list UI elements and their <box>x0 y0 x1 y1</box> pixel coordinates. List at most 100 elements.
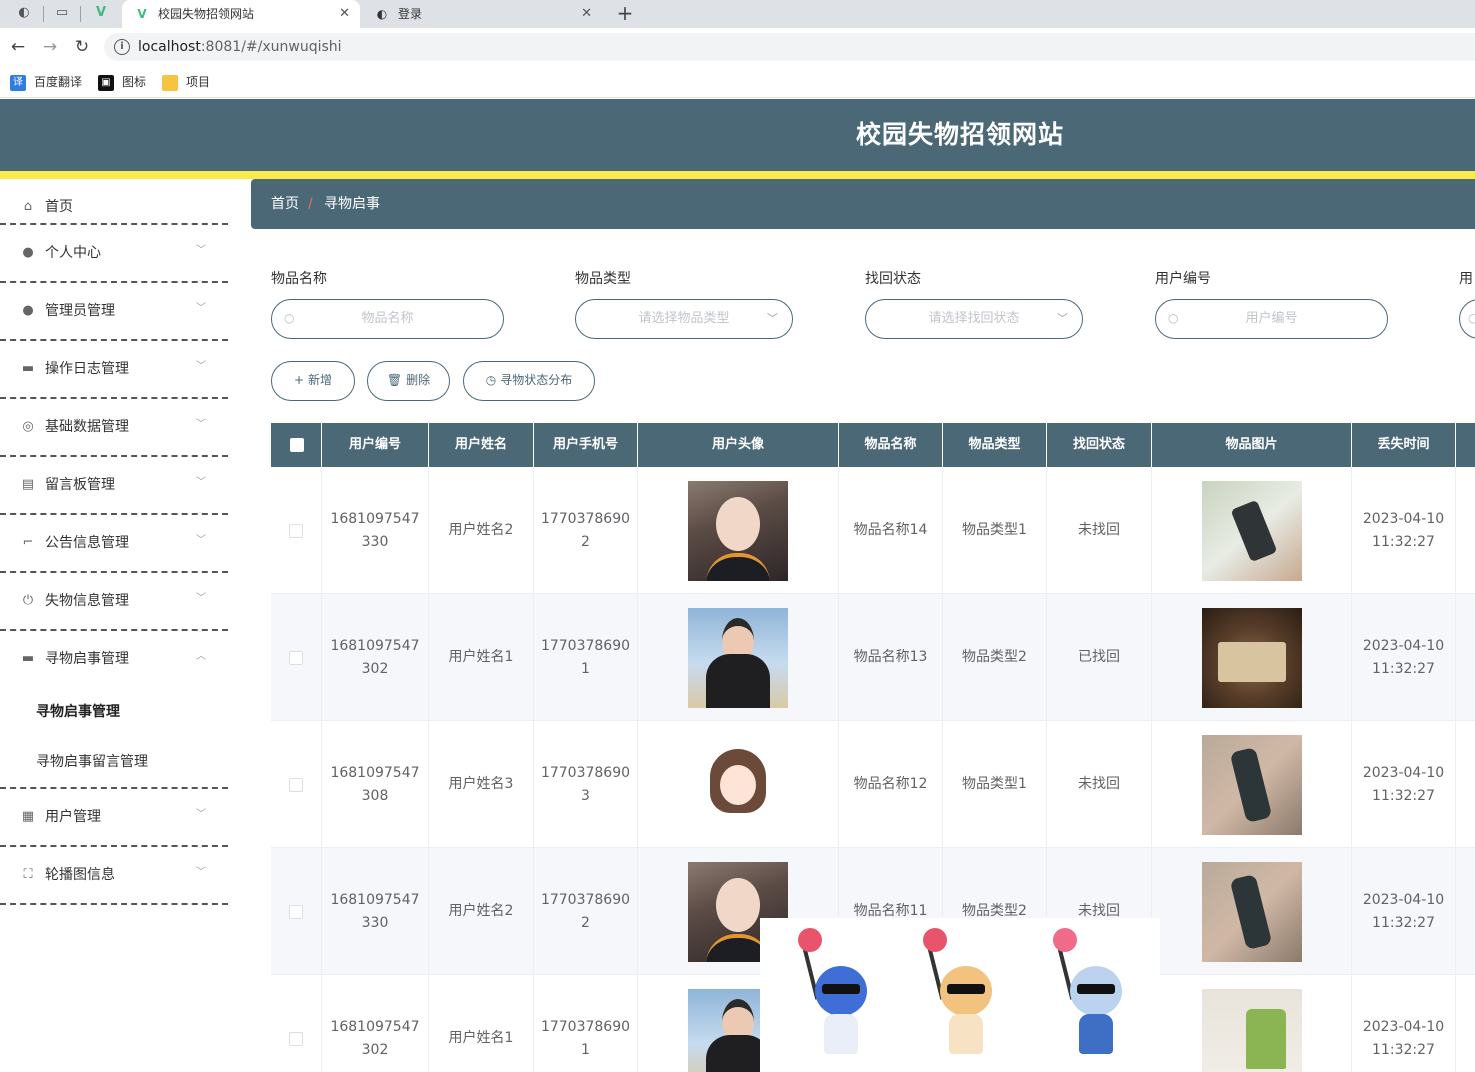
table-cell: 用户姓名3 <box>429 721 534 848</box>
row-checkbox[interactable] <box>289 1031 303 1046</box>
item-type-select[interactable]: 请选择物品类型 ﹀ <box>575 299 793 339</box>
back-icon[interactable]: ← <box>8 37 28 57</box>
close-tab-icon[interactable]: ✕ <box>581 0 592 28</box>
breadcrumb-home[interactable]: 首页 <box>271 179 299 229</box>
trash-icon: 🗑 <box>386 373 403 387</box>
sidebar-item-personal-center[interactable]: ● 个人中心 ﹀ <box>0 225 228 281</box>
select-all-checkbox[interactable] <box>290 438 304 452</box>
user-no-input[interactable]: ○ 用户编号 <box>1155 299 1388 339</box>
submenu-item-lost-notice-comments[interactable]: 寻物启事留言管理 <box>0 737 228 787</box>
table-cell <box>1456 721 1475 848</box>
tab-active[interactable]: V 校园失物招领网站 ✕ <box>122 0 360 28</box>
user-no-label: 用户编号 <box>1155 271 1211 287</box>
item-type-label: 物品类型 <box>575 271 631 287</box>
sticker-overlay <box>760 918 1160 1072</box>
row-checkbox[interactable] <box>289 523 303 538</box>
lost-time: 11:32:27 <box>1372 660 1435 677</box>
input-placeholder: 物品名称 <box>361 311 414 326</box>
sidebar-item-admin[interactable]: ● 管理员管理 ﹀ <box>0 283 228 339</box>
sidebar-item-label: 公告信息管理 <box>45 535 129 551</box>
table-cell: 未找回 <box>1047 721 1152 848</box>
sidebar-menu: ⌂ 首页 ● 个人中心 ﹀ ● 管理员管理 ﹀ ▬ 操作日志管理 ﹀ ◎ 基础数… <box>0 179 228 1072</box>
table-row[interactable]: 1681097547 308 用户姓名3 1770378690 3 物品名称12 物品类型1… <box>271 721 1475 848</box>
user-avatar-image[interactable] <box>688 607 788 708</box>
status-chart-button[interactable]: ◷ 寻物状态分布 <box>463 361 595 401</box>
item-type: 物品类型2 <box>962 649 1027 665</box>
sidebar-item-label: 个人中心 <box>45 245 101 261</box>
item-picture-image[interactable] <box>1201 734 1302 835</box>
recovery-status-select[interactable]: 请选择找回状态 ﹀ <box>865 299 1083 339</box>
row-checkbox[interactable] <box>289 650 303 665</box>
user-no: 1681097547 <box>330 637 420 654</box>
item-picture-image[interactable] <box>1201 480 1302 581</box>
blank-tab-icon[interactable]: ▭ <box>54 5 70 21</box>
globe-icon[interactable]: ◐ <box>16 5 32 21</box>
bookmark-project[interactable]: 项目 <box>162 72 210 92</box>
sidebar-item-lost-items[interactable]: ⏻ 失物信息管理 ﹀ <box>0 573 228 629</box>
user-name-input[interactable]: ○ <box>1459 299 1475 339</box>
col-item-type: 物品类型 <box>943 423 1047 467</box>
bookmark-icons[interactable]: ▣ 图标 <box>98 72 146 92</box>
sidebar-item-carousel[interactable]: ⛶ 轮播图信息 ﹀ <box>0 847 228 903</box>
table-cell: 1770378690 1 <box>534 594 638 721</box>
table-cell: 1681097547 302 <box>322 975 429 1072</box>
table-cell: 物品名称13 <box>839 594 943 721</box>
lost-date: 2023-04-10 <box>1362 510 1445 527</box>
new-tab-button[interactable]: + <box>614 0 636 28</box>
user-no: 1681097547 <box>330 891 420 908</box>
forward-icon[interactable]: → <box>40 37 60 57</box>
col-user-avatar: 用户头像 <box>638 423 839 467</box>
item-picture-image[interactable] <box>1201 988 1302 1072</box>
item-picture-image[interactable] <box>1201 861 1302 962</box>
user-name: 用户姓名1 <box>448 649 514 665</box>
submenu-item-label: 寻物启事留言管理 <box>36 754 148 770</box>
sidebar-item-message-board[interactable]: ▤ 留言板管理 ﹀ <box>0 457 228 513</box>
item-name-input[interactable]: ○ 物品名称 <box>271 299 504 339</box>
sidebar-item-basic-data[interactable]: ◎ 基础数据管理 ﹀ <box>0 399 228 455</box>
recovery-status: 未找回 <box>1078 522 1120 538</box>
table-cell: 2023-04-10 11:32:27 <box>1352 848 1456 975</box>
sidebar-item-announcement[interactable]: ⌐ 公告信息管理 ﹀ <box>0 515 228 571</box>
plus-icon: + <box>293 373 305 387</box>
vue-logo-icon[interactable]: V <box>93 5 109 21</box>
table-cell: 物品类型1 <box>943 467 1047 594</box>
recovery-status: 未找回 <box>1078 776 1120 792</box>
table-row[interactable]: 1681097547 302 用户姓名1 1770378690 1 物品名称13 物品类型2… <box>271 594 1475 721</box>
add-button[interactable]: + 新增 <box>271 361 355 401</box>
user-avatar-image[interactable] <box>688 480 788 581</box>
sidebar-item-lost-notice[interactable]: ▬ 寻物启事管理 ︿ <box>0 631 228 687</box>
table-cell: 物品名称12 <box>839 721 943 848</box>
sidebar-item-users[interactable]: ▦ 用户管理 ﹀ <box>0 789 228 845</box>
row-checkbox[interactable] <box>289 777 303 792</box>
table-cell <box>1456 848 1475 975</box>
site-info-icon[interactable]: i <box>114 39 130 55</box>
table-cell <box>271 848 322 975</box>
tab-login[interactable]: ◐ 登录 ✕ <box>362 0 602 28</box>
item-name: 物品名称14 <box>853 522 928 538</box>
chevron-down-icon: ﹀ <box>196 245 206 256</box>
tab-separator <box>80 6 81 22</box>
url-input[interactable]: i localhost:8081/#/xunwuqishi <box>104 33 1475 61</box>
sidebar-item-label: 轮播图信息 <box>45 867 115 883</box>
delete-button[interactable]: 🗑 删除 <box>367 361 450 401</box>
table-cell <box>271 975 322 1072</box>
user-icon: ● <box>22 245 34 260</box>
item-picture-image[interactable] <box>1201 607 1302 708</box>
submenu-item-lost-notice-manage[interactable]: 寻物启事管理 <box>0 687 228 737</box>
sidebar-item-operation-log[interactable]: ▬ 操作日志管理 ﹀ <box>0 341 228 397</box>
item-type: 物品类型1 <box>962 776 1027 792</box>
submenu-item-label: 寻物启事管理 <box>36 704 120 720</box>
col-user-name: 用户姓名 <box>429 423 534 467</box>
lost-date: 2023-04-10 <box>1362 637 1445 654</box>
select-placeholder: 请选择找回状态 <box>928 311 1020 326</box>
row-checkbox[interactable] <box>289 904 303 919</box>
bookmark-baidu-translate[interactable]: 译百度翻译 <box>10 72 82 92</box>
globe-icon: ◐ <box>376 7 388 21</box>
lost-date: 2023-04-10 <box>1362 1018 1445 1035</box>
close-tab-icon[interactable]: ✕ <box>339 0 350 28</box>
lost-time: 11:32:27 <box>1372 787 1435 804</box>
reload-icon[interactable]: ↻ <box>72 37 92 57</box>
chevron-up-icon: ︿ <box>196 651 206 662</box>
table-row[interactable]: 1681097547 330 用户姓名2 1770378690 2 物品名称14 物品类型1… <box>271 467 1475 594</box>
user-avatar-image[interactable] <box>688 734 788 835</box>
